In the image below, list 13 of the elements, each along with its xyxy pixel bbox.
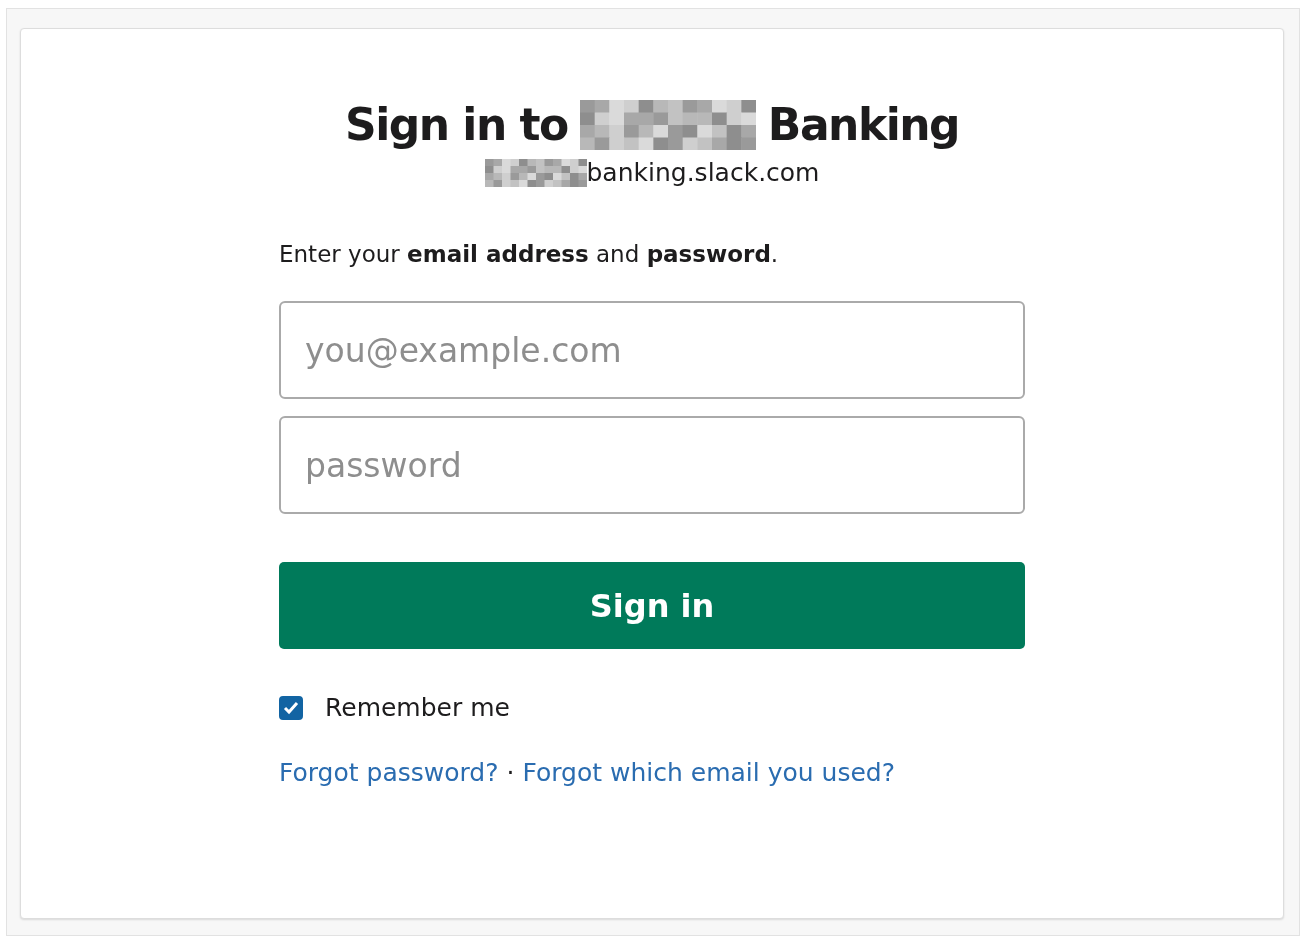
separator-dot: · — [506, 758, 515, 787]
help-link[interactable]: Forgot password? — [279, 758, 499, 787]
workspace-url: banking.slack.com — [586, 158, 820, 187]
remember-checkbox[interactable] — [279, 695, 303, 720]
instruction-text: Enter your email address and password. — [279, 241, 780, 267]
email-field[interactable]: you@example.com — [279, 301, 1025, 399]
password-field[interactable]: password — [279, 416, 1025, 514]
page-title: Sign in to — [344, 99, 568, 150]
help-link[interactable]: Forgot which email you used? — [522, 758, 895, 787]
check-icon — [283, 700, 299, 715]
checkbox-label: Remember me — [325, 693, 510, 722]
page-title: Banking — [767, 99, 960, 150]
sign-in-button[interactable]: Sign in — [279, 562, 1025, 649]
